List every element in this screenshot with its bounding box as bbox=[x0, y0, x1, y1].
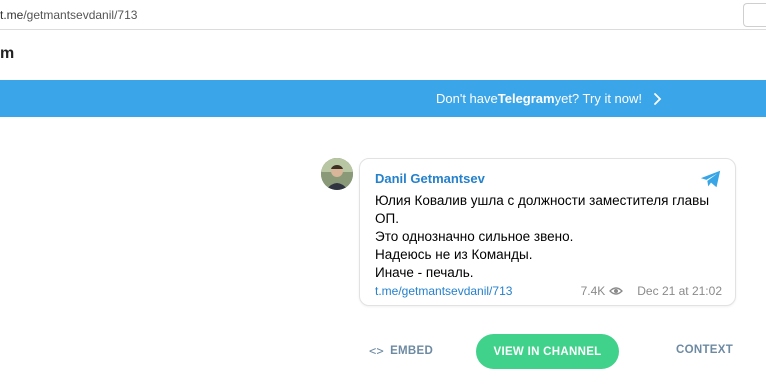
install-banner[interactable]: Don't have Telegram yet? Try it now! bbox=[0, 80, 766, 117]
url-text[interactable]: t.me/getmantsevdanil/713 bbox=[0, 8, 137, 22]
message-line: Иначе - печаль. bbox=[375, 265, 474, 280]
toolbar-field-edge[interactable] bbox=[743, 3, 766, 27]
message-line: Надеюсь не из Команды. bbox=[375, 247, 533, 262]
message-line: Это однозначно сильное звено. bbox=[375, 229, 574, 244]
url-path: /getmantsevdanil/713 bbox=[23, 8, 138, 22]
banner-brand: Telegram bbox=[497, 91, 555, 106]
embed-label: EMBED bbox=[390, 345, 434, 357]
eye-icon bbox=[609, 287, 624, 295]
site-logo-text[interactable]: m bbox=[0, 45, 14, 63]
banner-prefix: Don't have bbox=[436, 91, 498, 106]
message-text: Юлия Ковалив ушла с должности заместител… bbox=[375, 192, 720, 282]
author-avatar[interactable] bbox=[321, 158, 353, 190]
try-telegram-link[interactable]: Don't have Telegram yet? Try it now! bbox=[436, 91, 664, 106]
message-line: ОП. bbox=[375, 211, 399, 226]
chevron-right-icon bbox=[654, 92, 662, 105]
browser-address-bar[interactable]: t.me/getmantsevdanil/713 bbox=[0, 0, 766, 30]
view-in-channel-button[interactable]: VIEW IN CHANNEL bbox=[476, 334, 619, 369]
page-header: m bbox=[0, 30, 766, 80]
telegram-icon[interactable] bbox=[700, 169, 722, 189]
message-line: Юлия Ковалив ушла с должности заместител… bbox=[375, 193, 710, 208]
avatar-image bbox=[321, 158, 353, 190]
post-date[interactable]: Dec 21 at 21:02 bbox=[637, 284, 722, 298]
embed-button[interactable]: <> EMBED bbox=[369, 344, 433, 358]
author-name[interactable]: Danil Getmantsev bbox=[375, 171, 485, 186]
view-count: 7.4K bbox=[580, 284, 606, 298]
message-bubble: Danil Getmantsev Юлия Ковалив ушла с дол… bbox=[359, 158, 736, 306]
context-button[interactable]: CONTEXT bbox=[676, 344, 733, 356]
code-icon: <> bbox=[369, 344, 385, 358]
url-host: t.me bbox=[0, 8, 24, 22]
post-link[interactable]: t.me/getmantsevdanil/713 bbox=[375, 284, 512, 298]
post-meta: 7.4K Dec 21 at 21:02 bbox=[581, 284, 722, 298]
banner-suffix: yet? Try it now! bbox=[554, 91, 643, 106]
